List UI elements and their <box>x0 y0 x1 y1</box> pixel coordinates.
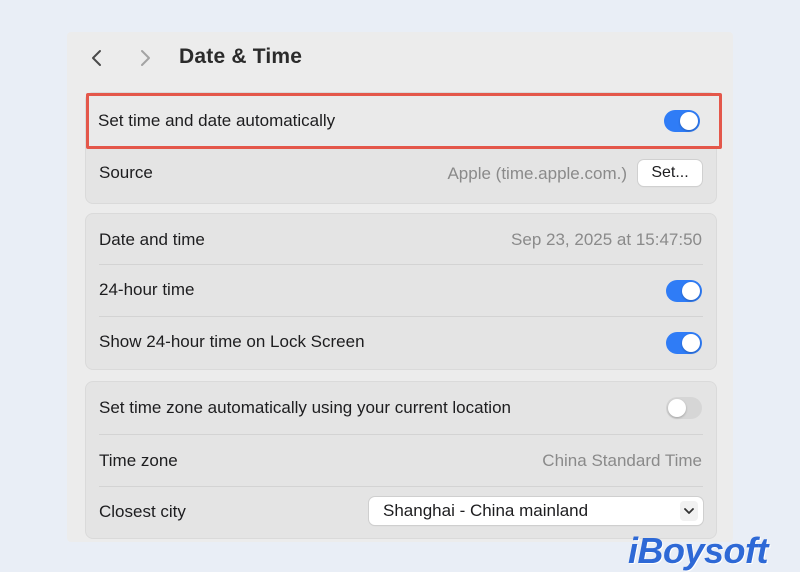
timezone-group: Set time zone automatically using your c… <box>85 381 717 539</box>
auto-timezone-toggle[interactable] <box>666 397 702 419</box>
time-zone-row: Time zone China Standard Time <box>86 435 716 486</box>
toggle-knob <box>682 334 700 352</box>
back-button[interactable] <box>83 44 111 72</box>
set-auto-highlight-label: Set time and date automatically <box>98 111 336 130</box>
source-row: Source Apple (time.apple.com.) Set... <box>86 149 716 203</box>
set-source-button[interactable]: Set... <box>638 160 702 186</box>
forward-button[interactable] <box>131 44 159 72</box>
time-zone-value: China Standard Time <box>542 451 702 470</box>
date-time-value: Sep 23, 2025 at 15:47:50 <box>511 230 702 249</box>
set-auto-toggle[interactable] <box>664 110 700 132</box>
auto-timezone-label: Set time zone automatically using your c… <box>99 398 511 417</box>
auto-timezone-row: Set time zone automatically using your c… <box>86 382 716 434</box>
date-time-label: Date and time <box>99 230 205 249</box>
lock-screen-label: Show 24-hour time on Lock Screen <box>99 332 365 351</box>
closest-city-select[interactable]: Shanghai - China mainland <box>369 497 703 525</box>
source-label: Source <box>99 163 153 182</box>
time-zone-label: Time zone <box>99 451 178 470</box>
lock-screen-row: Show 24-hour time on Lock Screen <box>86 317 716 369</box>
chevron-down-icon <box>680 501 698 521</box>
lock-screen-toggle[interactable] <box>666 332 702 354</box>
toggle-knob <box>668 399 686 417</box>
chevron-right-icon <box>141 50 150 66</box>
closest-city-label: Closest city <box>99 502 186 521</box>
closest-city-selected: Shanghai - China mainland <box>383 501 589 520</box>
toggle-knob <box>682 282 700 300</box>
closest-city-row: Closest city Shanghai - China mainland <box>86 487 716 538</box>
watermark-logo: iBoysoft <box>628 530 769 571</box>
settings-window: Date & Time Set time and date automatica… <box>67 32 733 542</box>
hour24-toggle[interactable] <box>666 280 702 302</box>
hour24-label: 24-hour time <box>99 280 195 299</box>
toggle-knob <box>680 112 698 130</box>
highlight-box: Set time and date automatically <box>86 93 722 149</box>
page-title: Date & Time <box>179 45 303 68</box>
datetime-group: Date and time Sep 23, 2025 at 15:47:50 2… <box>85 213 717 370</box>
hour24-row: 24-hour time <box>86 265 716 316</box>
date-time-row: Date and time Sep 23, 2025 at 15:47:50 <box>86 214 716 264</box>
window-header: Date & Time <box>67 32 733 84</box>
chevron-left-icon <box>92 50 101 66</box>
source-value: Apple (time.apple.com.) <box>447 164 627 183</box>
